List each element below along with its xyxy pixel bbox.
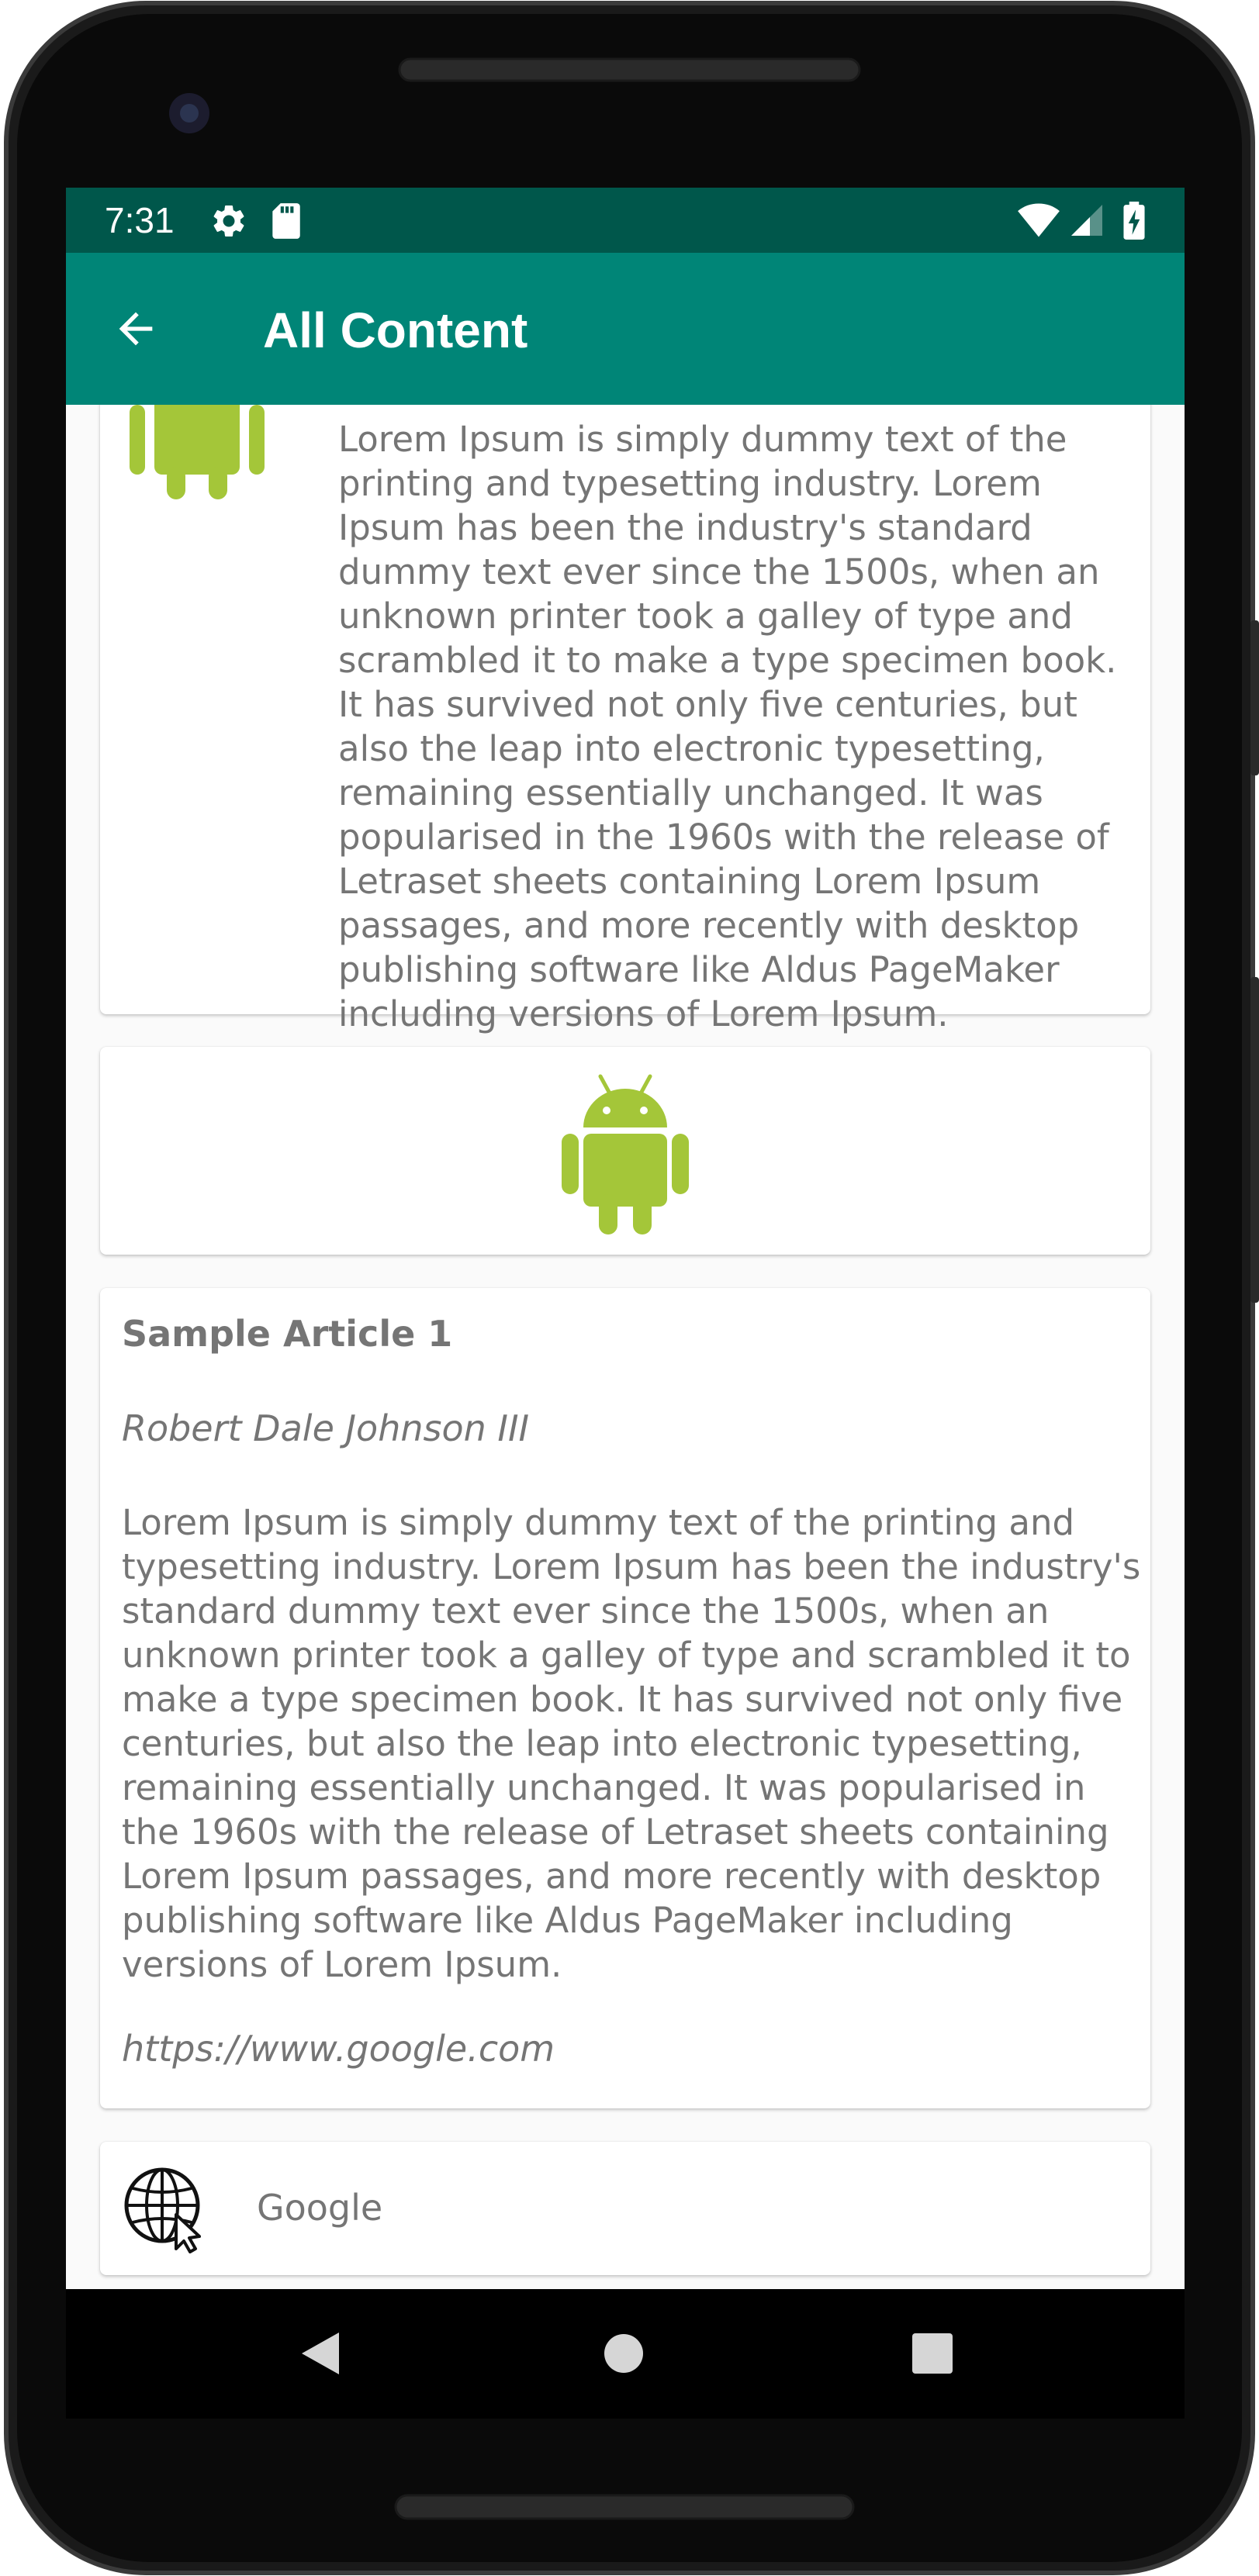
content-list[interactable]: Lorem Ipsum is simply dummy text of the … [66,405,1185,2419]
device-frame: 7:31 All Content Lorem Ipsum is simply d… [0,0,1259,2576]
image-card [100,1047,1150,1255]
android-robot-icon [130,405,265,499]
arrow-back-icon [119,312,153,346]
image-text-card: Lorem Ipsum is simply dummy text of the … [100,405,1150,1034]
article-title: Sample Article 1 [122,1313,453,1355]
link-label: Google [257,2187,383,2229]
status-bar: 7:31 [66,188,1185,253]
signal-icon [1071,205,1102,236]
app-bar: All Content [66,253,1185,405]
sd-card-icon [272,203,300,239]
article-body: Lorem Ipsum is simply dummy text of the … [122,1502,1141,1985]
card-body-text: Lorem Ipsum is simply dummy text of the … [338,419,1117,1034]
recents-square-icon[interactable] [905,2326,960,2381]
page-title: All Content [263,302,528,358]
status-time: 7:31 [105,200,175,240]
article-card: Sample Article 1 Robert Dale Johnson III… [100,1288,1150,2108]
navigation-bar [66,2289,1185,2419]
battery-charging-icon [1123,202,1145,240]
home-circle-icon[interactable] [597,2326,651,2381]
back-button[interactable] [97,290,175,368]
article-author: Robert Dale Johnson III [122,1407,530,1449]
gear-icon [213,205,244,237]
wifi-icon [1018,203,1060,237]
back-triangle-icon[interactable] [292,2326,347,2381]
article-link[interactable]: https://www.google.com [122,2026,555,2071]
screen: 7:31 All Content Lorem Ipsum is simply d… [66,188,1185,2419]
link-card[interactable]: Google [100,2142,1150,2275]
globe-cursor-icon [124,2167,201,2253]
android-robot-icon [562,1074,689,1234]
